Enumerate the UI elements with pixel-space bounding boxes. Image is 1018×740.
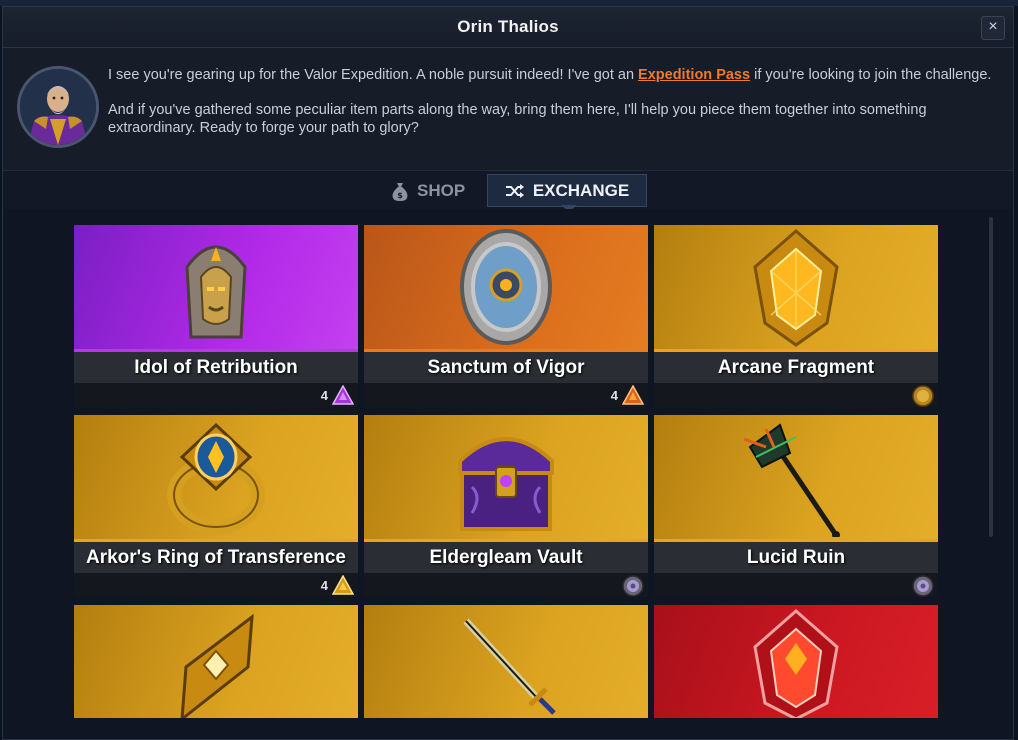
item-art bbox=[364, 225, 648, 349]
item-name: Arcane Fragment bbox=[717, 356, 875, 378]
dialog-line2: And if you've gathered some peculiar ite… bbox=[108, 102, 927, 136]
item-card-arkors-ring-of-transference[interactable]: Arkor's Ring of Transference 4 bbox=[74, 415, 358, 597]
cost-amount: 4 bbox=[610, 387, 618, 403]
npc-dialog: I see you're gearing up for the Valor Ex… bbox=[3, 48, 1013, 170]
item-name-band: Arcane Fragment bbox=[654, 349, 938, 383]
item-art bbox=[74, 225, 358, 349]
item-card-golden-sword[interactable] bbox=[364, 605, 648, 718]
scrollbar[interactable] bbox=[989, 217, 993, 537]
tab-shop-label: SHOP bbox=[417, 180, 466, 200]
item-art bbox=[364, 415, 648, 539]
ring-icon bbox=[167, 422, 265, 534]
cost-amount: 4 bbox=[320, 387, 328, 403]
expedition-pass-link[interactable]: Expedition Pass bbox=[638, 67, 750, 83]
item-card-sanctum-of-vigor[interactable]: Sanctum of Vigor 4 bbox=[364, 225, 648, 407]
red-gem-icon bbox=[753, 609, 839, 718]
svg-text:$: $ bbox=[397, 191, 403, 200]
item-grid: Idol of Retribution 4 Sanctum of Vigor 4… bbox=[3, 209, 1013, 739]
shuffle-icon bbox=[505, 183, 525, 199]
item-card-idol-of-retribution[interactable]: Idol of Retribution 4 bbox=[74, 225, 358, 407]
item-cost bbox=[912, 385, 934, 407]
item-card-golden-shard[interactable] bbox=[74, 605, 358, 718]
dialog-line1-start: I see you're gearing up for the Valor Ex… bbox=[108, 67, 639, 83]
item-art bbox=[74, 415, 358, 539]
item-art bbox=[654, 225, 938, 349]
gold-coin-icon bbox=[912, 385, 934, 407]
item-cost-bar: 4 bbox=[74, 383, 358, 407]
shield-icon bbox=[460, 229, 552, 345]
cost-amount: 4 bbox=[320, 577, 328, 593]
item-cost bbox=[912, 575, 934, 597]
chest-icon bbox=[458, 437, 554, 531]
item-name-band: Idol of Retribution bbox=[74, 349, 358, 383]
item-name-band: Eldergleam Vault bbox=[364, 539, 648, 573]
item-card-arcane-fragment[interactable]: Arcane Fragment bbox=[654, 225, 938, 407]
dialog-text: I see you're gearing up for the Valor Ex… bbox=[108, 66, 1003, 154]
item-cost-bar: 4 bbox=[364, 383, 648, 407]
item-art bbox=[654, 605, 938, 718]
item-name-band: Arkor's Ring of Transference bbox=[74, 539, 358, 573]
item-cost: 4 bbox=[321, 385, 354, 405]
gem-icon bbox=[753, 229, 839, 347]
item-art bbox=[364, 605, 648, 718]
gold-shard-icon bbox=[332, 575, 354, 595]
tab-exchange[interactable]: EXCHANGE bbox=[487, 174, 647, 207]
item-cost-bar: 4 bbox=[74, 573, 358, 597]
sword-icon bbox=[463, 618, 556, 715]
golden-shard-icon bbox=[180, 613, 254, 718]
silver-emblem-icon bbox=[912, 575, 934, 597]
item-card-lucid-ruin[interactable]: Lucid Ruin bbox=[654, 415, 938, 597]
item-cost-bar bbox=[654, 573, 938, 597]
staff-icon bbox=[743, 423, 840, 537]
npc-portrait bbox=[17, 66, 99, 148]
vendor-window: Orin Thalios × I see you're gearing up f… bbox=[2, 6, 1014, 740]
item-art bbox=[654, 415, 938, 539]
item-art bbox=[74, 605, 358, 718]
window-title: Orin Thalios bbox=[457, 17, 559, 36]
idol-icon bbox=[185, 245, 247, 339]
tab-exchange-label: EXCHANGE bbox=[532, 180, 630, 200]
orange-shard-icon bbox=[622, 385, 644, 405]
item-cost: 4 bbox=[321, 575, 354, 595]
item-cost bbox=[622, 575, 644, 597]
item-cost-bar bbox=[364, 573, 648, 597]
item-name: Lucid Ruin bbox=[746, 546, 846, 568]
tab-shop[interactable]: $ SHOP bbox=[391, 174, 465, 207]
item-cost: 4 bbox=[611, 385, 644, 405]
tab-bar: $ SHOP EXCHANGE bbox=[3, 170, 1013, 210]
item-cost-bar bbox=[654, 383, 938, 407]
close-icon: × bbox=[988, 18, 998, 35]
item-name: Arkor's Ring of Transference bbox=[85, 546, 347, 568]
item-name: Idol of Retribution bbox=[134, 356, 298, 378]
item-name-band: Lucid Ruin bbox=[654, 539, 938, 573]
item-name-band: Sanctum of Vigor bbox=[364, 349, 648, 383]
item-card-red-gem[interactable] bbox=[654, 605, 938, 718]
silver-emblem-icon bbox=[622, 575, 644, 597]
money-bag-icon: $ bbox=[391, 181, 409, 201]
item-name: Sanctum of Vigor bbox=[427, 356, 585, 378]
close-button[interactable]: × bbox=[981, 16, 1005, 40]
purple-shard-icon bbox=[332, 385, 354, 405]
item-card-eldergleam-vault[interactable]: Eldergleam Vault bbox=[364, 415, 648, 597]
dialog-line1-end: if you're looking to join the challenge. bbox=[750, 67, 992, 83]
title-bar: Orin Thalios × bbox=[3, 7, 1013, 48]
item-name: Eldergleam Vault bbox=[429, 546, 583, 568]
